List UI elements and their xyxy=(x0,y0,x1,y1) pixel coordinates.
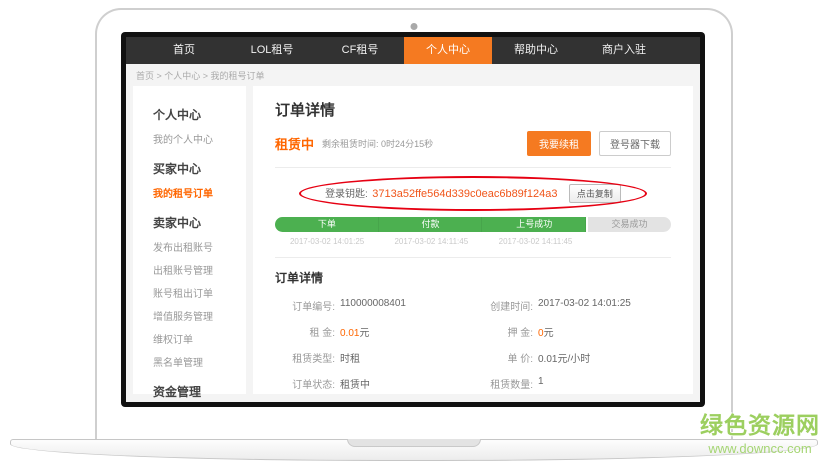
detail-text: 元 xyxy=(544,328,554,339)
progress-step-transaction-success: 交易成功 xyxy=(588,217,671,232)
detail-value: 0.01元/小时 xyxy=(538,350,590,365)
renew-button[interactable]: 我要续租 xyxy=(527,131,591,156)
sidebar-section-personal-center: 个人中心 xyxy=(153,106,246,123)
sidebar-item-blacklist-management[interactable]: 黑名单管理 xyxy=(153,354,246,369)
sidebar-item-my-rental-orders[interactable]: 我的租号订单 xyxy=(153,185,246,200)
nav-item-help-center[interactable]: 帮助中心 xyxy=(492,37,580,64)
progress-step-order-placed: 下单 xyxy=(275,217,379,232)
sidebar-section-funds-management: 资金管理 xyxy=(153,383,246,400)
detail-label: 租赁数量: xyxy=(473,376,533,391)
detail-value: 110000008401 xyxy=(340,298,406,313)
detail-label: 租 金: xyxy=(275,324,335,339)
action-buttons: 我要续租 登号器下载 xyxy=(527,131,671,156)
detail-text: 0.01元/小时 xyxy=(538,354,590,365)
webcam-dot xyxy=(411,23,418,30)
website-viewport: 首页 LOL租号 CF租号 个人中心 帮助中心 商户入驻 首页 > 个人中心 >… xyxy=(126,37,700,402)
detail-label: 订单状态: xyxy=(275,376,335,391)
sidebar-item-value-added-services[interactable]: 增值服务管理 xyxy=(153,308,246,323)
detail-label: 租赁类型: xyxy=(275,350,335,365)
sidebar-item-rented-out-orders[interactable]: 账号租出订单 xyxy=(153,285,246,300)
detail-row-order-number: 订单编号: 110000008401 xyxy=(275,298,473,313)
divider xyxy=(275,167,671,168)
nav-item-lol-rental[interactable]: LOL租号 xyxy=(228,37,316,64)
detail-text: 2017-03-02 14:01:25 xyxy=(538,298,631,309)
login-tool-download-button[interactable]: 登号器下载 xyxy=(599,131,671,156)
sidebar-item-rights-protection-orders[interactable]: 维权订单 xyxy=(153,331,246,346)
detail-value: 0.01元 xyxy=(340,324,369,339)
detail-row-order-status: 订单状态: 租赁中 xyxy=(275,376,473,391)
detail-row-rental-quantity: 租赁数量: 1 xyxy=(473,376,671,391)
nav-item-home[interactable]: 首页 xyxy=(140,37,228,64)
detail-row-created-time: 创建时间: 2017-03-02 14:01:25 xyxy=(473,298,671,313)
sidebar-item-my-personal-center[interactable]: 我的个人中心 xyxy=(153,131,246,146)
page-title: 订单详情 xyxy=(275,99,671,120)
top-navbar: 首页 LOL租号 CF租号 个人中心 帮助中心 商户入驻 xyxy=(126,37,700,64)
progress-time-login-success: 2017-03-02 14:11:45 xyxy=(483,237,587,246)
order-details-right-column: 创建时间: 2017-03-02 14:01:25 押 金: 0元 单 价: 0… xyxy=(473,298,671,394)
sidebar-item-account-management[interactable]: 出租账号管理 xyxy=(153,262,246,277)
laptop-base-notch xyxy=(347,439,481,447)
order-detail-panel: 订单详情 租赁中 剩余租赁时间: 0时24分15秒 我要续租 登号器下载 xyxy=(253,86,693,394)
remaining-time-value: 0时24分15秒 xyxy=(381,139,433,149)
laptop-base xyxy=(10,439,818,461)
status-badge: 租赁中 xyxy=(275,134,314,153)
detail-text: 110000008401 xyxy=(340,298,406,309)
status-row: 租赁中 剩余租赁时间: 0时24分15秒 我要续租 登号器下载 xyxy=(275,131,671,156)
remaining-time-label: 剩余租赁时间: 0时24分15秒 xyxy=(322,137,433,150)
detail-row-rent-fee: 租 金: 0.01元 xyxy=(275,324,473,339)
progress-time-payment: 2017-03-02 14:11:45 xyxy=(379,237,483,246)
order-details-section-title: 订单详情 xyxy=(275,269,671,286)
detail-value: 时租 xyxy=(340,350,360,365)
detail-label: 押 金: xyxy=(473,324,533,339)
sidebar-section-seller-center: 卖家中心 xyxy=(153,214,246,231)
detail-label: 订单编号: xyxy=(275,298,335,313)
detail-value: 租赁中 xyxy=(340,376,370,391)
order-progress-bar: 下单 付款 上号成功 交易成功 xyxy=(275,217,671,232)
laptop-screen: 首页 LOL租号 CF租号 个人中心 帮助中心 商户入驻 首页 > 个人中心 >… xyxy=(121,32,705,407)
sidebar: 个人中心 我的个人中心 买家中心 我的租号订单 卖家中心 发布出租账号 出租账号… xyxy=(133,86,246,394)
nav-item-merchant-entry[interactable]: 商户入驻 xyxy=(580,37,668,64)
detail-value: 0元 xyxy=(538,324,554,339)
login-key-group: 登录钥匙: 3713a52ffe564d339c0eac6b89f124a3 点… xyxy=(317,179,629,208)
detail-row-unit-price: 单 价: 0.01元/小时 xyxy=(473,350,671,365)
copy-key-button[interactable]: 点击复制 xyxy=(569,184,621,203)
breadcrumb[interactable]: 首页 > 个人中心 > 我的租号订单 xyxy=(126,64,700,86)
laptop-lid: 首页 LOL租号 CF租号 个人中心 帮助中心 商户入驻 首页 > 个人中心 >… xyxy=(95,8,733,439)
detail-value: 1 xyxy=(538,376,544,391)
detail-text: 时租 xyxy=(340,354,360,365)
nav-item-cf-rental[interactable]: CF租号 xyxy=(316,37,404,64)
login-key-label: 登录钥匙: xyxy=(325,189,368,200)
sidebar-item-publish-account[interactable]: 发布出租账号 xyxy=(153,239,246,254)
order-details-left-column: 订单编号: 110000008401 租 金: 0.01元 租赁类型: 时租 xyxy=(275,298,473,394)
detail-row-deposit: 押 金: 0元 xyxy=(473,324,671,339)
divider xyxy=(275,257,671,258)
nav-item-personal-center[interactable]: 个人中心 xyxy=(404,37,492,64)
progress-step-payment: 付款 xyxy=(379,217,483,232)
detail-text: 1 xyxy=(538,376,544,387)
detail-value: 2017-03-02 14:01:25 xyxy=(538,298,631,313)
detail-text: 租赁中 xyxy=(340,380,370,391)
detail-text: 元 xyxy=(359,328,369,339)
remaining-label-text: 剩余租赁时间: xyxy=(322,139,379,149)
detail-label: 创建时间: xyxy=(473,298,533,313)
progress-timestamps: 2017-03-02 14:01:25 2017-03-02 14:11:45 … xyxy=(275,237,671,246)
detail-highlight: 0.01 xyxy=(340,328,359,339)
progress-time-order-placed: 2017-03-02 14:01:25 xyxy=(275,237,379,246)
detail-row-rental-type: 租赁类型: 时租 xyxy=(275,350,473,365)
content-layout: 个人中心 我的个人中心 买家中心 我的租号订单 卖家中心 发布出租账号 出租账号… xyxy=(126,86,700,402)
detail-label: 单 价: xyxy=(473,350,533,365)
progress-step-login-success: 上号成功 xyxy=(482,217,586,232)
order-details-grid: 订单编号: 110000008401 租 金: 0.01元 租赁类型: 时租 xyxy=(275,298,671,394)
login-key-value: 3713a52ffe564d339c0eac6b89f124a3 xyxy=(372,188,557,200)
sidebar-section-buyer-center: 买家中心 xyxy=(153,160,246,177)
login-key-row: 登录钥匙: 3713a52ffe564d339c0eac6b89f124a3 点… xyxy=(275,179,671,208)
progress-time-transaction-success xyxy=(588,237,671,246)
